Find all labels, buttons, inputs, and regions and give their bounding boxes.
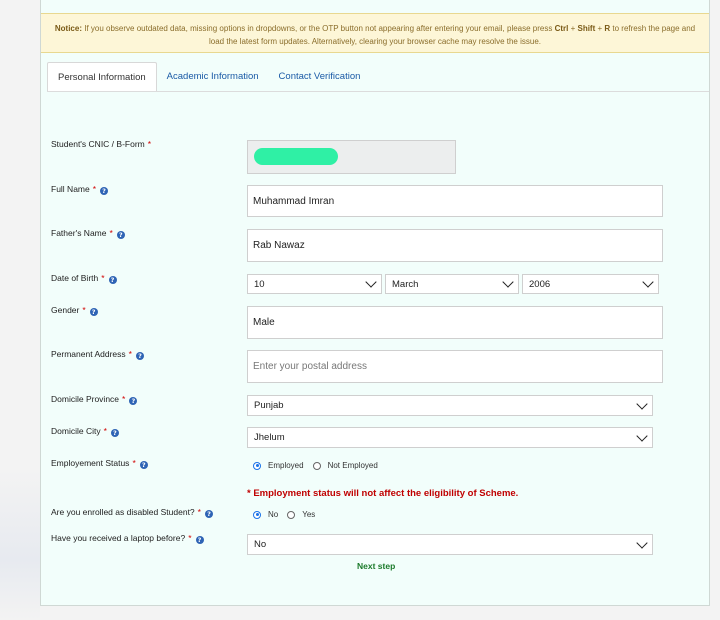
chevron-down-icon bbox=[636, 397, 648, 410]
gender-label: Gender *? bbox=[51, 305, 98, 316]
chevron-down-icon bbox=[642, 276, 654, 288]
gender-input[interactable]: Male bbox=[247, 306, 663, 339]
cnic-label: Student's CNIC / B-Form * bbox=[51, 139, 152, 149]
disabled-option-no[interactable]: No bbox=[253, 510, 278, 519]
chevron-down-icon bbox=[636, 536, 648, 549]
tab-contact-verification[interactable]: Contact Verification bbox=[269, 62, 371, 92]
form-tabs: Personal Information Academic Informatio… bbox=[47, 61, 370, 92]
disabled-label: Are you enrolled as disabled Student? *? bbox=[51, 507, 213, 518]
tab-divider bbox=[47, 91, 709, 92]
chevron-down-icon bbox=[365, 276, 377, 288]
employment-warning: * Employment status will not affect the … bbox=[247, 488, 519, 499]
notice-text: If you observe outdated data, missing op… bbox=[82, 24, 555, 33]
radio-icon[interactable] bbox=[312, 461, 321, 470]
tab-personal-information[interactable]: Personal Information bbox=[47, 62, 157, 92]
next-step-button[interactable]: Next step bbox=[357, 561, 395, 571]
city-select[interactable]: Jhelum bbox=[247, 427, 653, 448]
info-icon[interactable]: ? bbox=[204, 510, 213, 518]
laptop-select[interactable]: No bbox=[247, 534, 653, 555]
address-input[interactable]: Enter your postal address bbox=[247, 350, 663, 383]
radio-icon[interactable] bbox=[287, 510, 296, 519]
notice-label: Notice: bbox=[54, 24, 82, 33]
full-name-input[interactable]: Muhammad Imran bbox=[247, 185, 663, 217]
chevron-down-icon bbox=[636, 429, 648, 442]
employment-radio-group: Employed Not Employed bbox=[253, 461, 387, 470]
province-select[interactable]: Punjab bbox=[247, 395, 653, 416]
radio-icon[interactable] bbox=[253, 461, 261, 470]
employment-option-not-employed[interactable]: Not Employed bbox=[312, 461, 378, 470]
background-decoration bbox=[0, 470, 40, 620]
dob-month-select[interactable]: March bbox=[385, 274, 519, 294]
radio-icon[interactable] bbox=[253, 510, 261, 519]
info-icon[interactable]: ? bbox=[139, 461, 148, 469]
info-icon[interactable]: ? bbox=[195, 536, 204, 544]
chevron-down-icon bbox=[502, 276, 514, 288]
key-shift: Shift bbox=[577, 24, 596, 33]
employment-label: Employement Status *? bbox=[51, 458, 148, 469]
redacted-value bbox=[254, 148, 338, 165]
info-icon[interactable]: ? bbox=[89, 308, 98, 316]
form-panel: Notice: If you observe outdated data, mi… bbox=[40, 0, 710, 606]
full-name-label: Full Name *? bbox=[51, 184, 109, 195]
disabled-radio-group: No Yes bbox=[253, 510, 324, 519]
info-icon[interactable]: ? bbox=[108, 276, 117, 284]
key-ctrl: Ctrl bbox=[554, 24, 569, 33]
info-icon[interactable]: ? bbox=[100, 187, 109, 195]
dob-label: Date of Birth *? bbox=[51, 273, 117, 284]
info-icon[interactable]: ? bbox=[110, 429, 119, 437]
tab-academic-information[interactable]: Academic Information bbox=[157, 62, 269, 92]
disabled-option-yes[interactable]: Yes bbox=[287, 510, 315, 519]
notice-banner: Notice: If you observe outdated data, mi… bbox=[41, 13, 709, 53]
cnic-field[interactable] bbox=[247, 140, 456, 174]
father-name-input[interactable]: Rab Nawaz bbox=[247, 229, 663, 262]
employment-option-employed[interactable]: Employed bbox=[253, 461, 304, 470]
father-name-label: Father's Name *? bbox=[51, 228, 125, 239]
dob-year-select[interactable]: 2006 bbox=[522, 274, 659, 294]
city-label: Domicile City *? bbox=[51, 426, 119, 437]
address-label: Permanent Address *? bbox=[51, 349, 144, 360]
laptop-label: Have you received a laptop before? *? bbox=[51, 533, 204, 544]
info-icon[interactable]: ? bbox=[116, 231, 125, 239]
info-icon[interactable]: ? bbox=[135, 352, 144, 360]
dob-day-select[interactable]: 10 bbox=[247, 274, 382, 294]
province-label: Domicile Province *? bbox=[51, 394, 138, 405]
info-icon[interactable]: ? bbox=[129, 397, 138, 405]
